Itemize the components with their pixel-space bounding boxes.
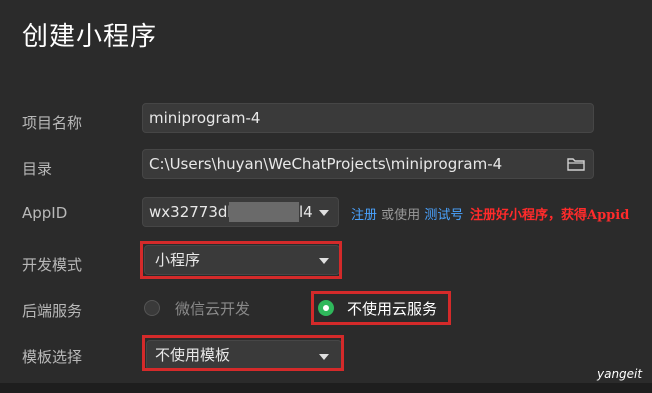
bottom-bar [0,383,652,393]
page-title: 创建小程序 [22,22,158,52]
dev-mode-highlight [140,241,342,279]
appid-annotation: 注册好小程序，获得Appid [470,208,630,223]
backend-label: 后端服务 [22,302,83,320]
appid-value-prefix: wx32773db [149,203,237,221]
radio-cloud-dev[interactable] [144,300,160,316]
directory-label: 目录 [22,160,53,178]
or-use-text: 或使用 [381,208,421,223]
register-link[interactable]: 注册 [351,208,377,223]
appid-links: 注册 或使用 测试号 [351,204,463,223]
chevron-down-icon [319,210,329,216]
backend-highlight [311,291,451,325]
dev-mode-label: 开发模式 [22,256,83,274]
directory-value: C:\Users\huyan\WeChatProjects\miniprogra… [149,155,503,173]
project-name-input[interactable]: miniprogram-4 [142,103,594,133]
cloud-dev-label[interactable]: 微信云开发 [175,298,250,319]
project-name-label: 项目名称 [22,114,83,132]
appid-redaction [229,202,299,222]
test-account-link[interactable]: 测试号 [424,208,463,223]
appid-label: AppID [22,204,68,222]
template-highlight [142,335,344,371]
template-label: 模板选择 [22,348,83,366]
directory-input[interactable]: C:\Users\huyan\WeChatProjects\miniprogra… [142,149,594,179]
watermark: yangeit [597,367,643,381]
folder-icon[interactable] [567,157,585,171]
appid-value-suffix: l4 [299,203,313,221]
appid-select[interactable]: wx32773db l4 [142,197,339,227]
